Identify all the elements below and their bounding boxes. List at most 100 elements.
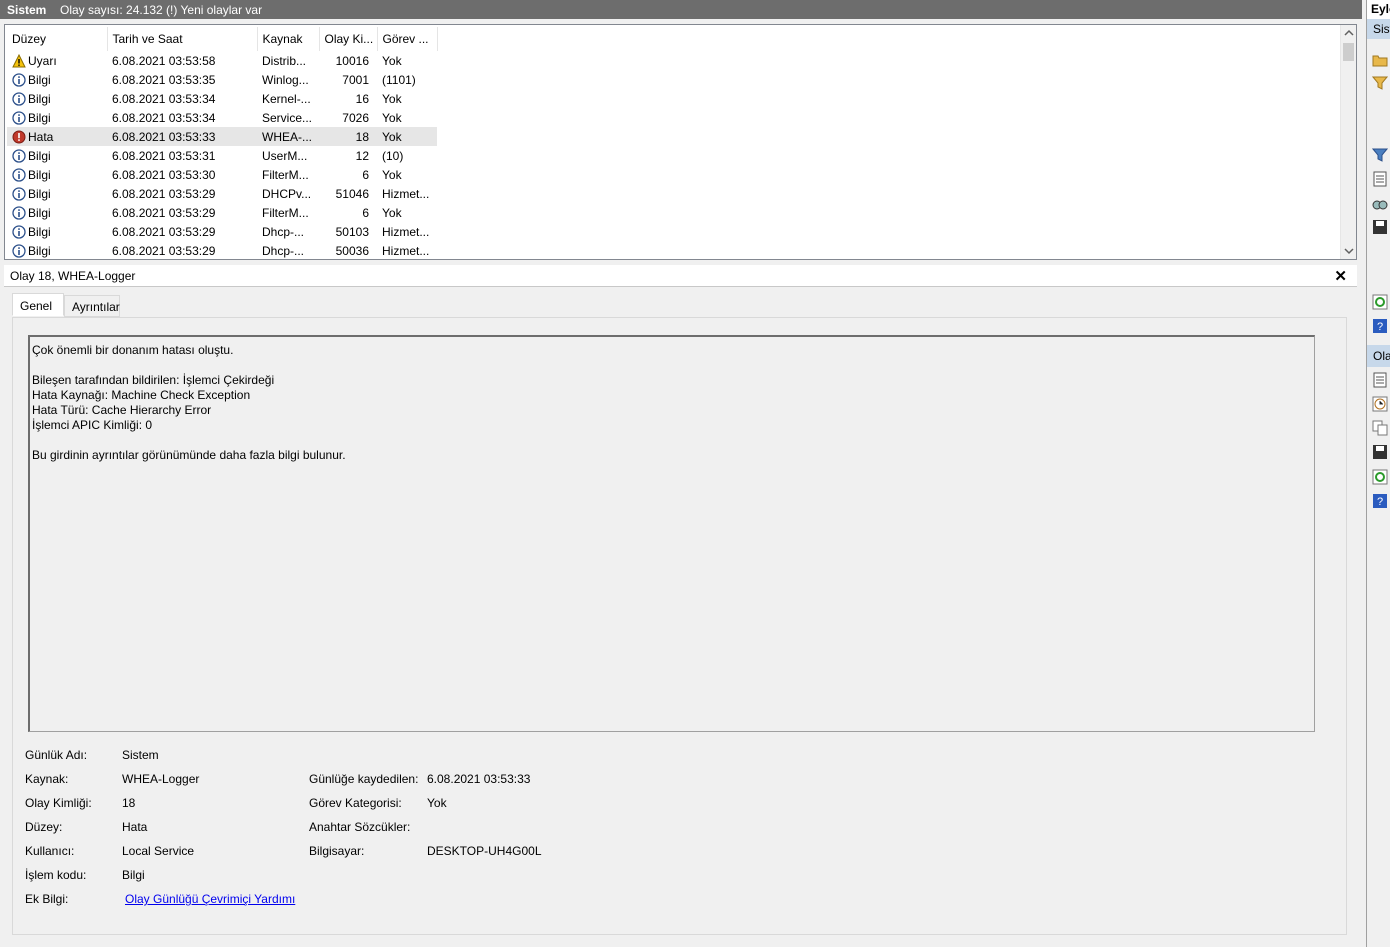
event-id-cell: 7026 <box>342 110 369 125</box>
online-help-link[interactable]: Olay Günlüğü Çevrimiçi Yardımı <box>125 892 295 906</box>
filter-icon[interactable] <box>1372 75 1388 91</box>
error-icon <box>12 130 28 144</box>
table-row[interactable]: Bilgi 6.08.2021 03:53:31 UserM... 12 (10) <box>7 146 437 165</box>
attach-task-icon[interactable] <box>1372 396 1388 412</box>
save-icon[interactable] <box>1372 219 1388 235</box>
info-icon <box>12 148 28 163</box>
message-line: Bu girdinin ayrıntılar görünümünde daha … <box>32 448 346 462</box>
actions-section-system[interactable]: Sist <box>1367 19 1390 39</box>
scroll-up-icon[interactable] <box>1344 29 1354 37</box>
task-cell: Hizmet... <box>382 243 430 258</box>
level-cell: Bilgi <box>7 70 107 89</box>
actions-section-event[interactable]: Ola <box>1367 345 1390 367</box>
event-properties-icon[interactable] <box>1372 372 1388 388</box>
level-cell: Bilgi <box>7 146 107 165</box>
date-cell: 6.08.2021 03:53:29 <box>112 243 216 258</box>
level-text: Hata <box>28 129 54 144</box>
event-list[interactable]: Düzey Tarih ve Saat Kaynak Olay Ki... Gö… <box>4 24 1357 260</box>
task-cell: Yok <box>377 127 437 146</box>
open-folder-icon[interactable] <box>1372 52 1388 68</box>
computer-value: DESKTOP-UH4G00L <box>427 844 542 858</box>
source-cell: FilterM... <box>262 205 309 220</box>
help-event-icon[interactable]: ? <box>1372 493 1388 509</box>
message-line: İşlemci APIC Kimliği: 0 <box>32 418 153 432</box>
info-icon <box>12 167 28 182</box>
tab-general[interactable]: Genel <box>12 293 64 316</box>
level-text: Uyarı <box>28 53 57 68</box>
message-line <box>32 433 1314 448</box>
level-text: Bilgi <box>28 205 51 220</box>
source-cell: DHCPv... <box>262 186 312 201</box>
actions-pane: Eyle Sist ? Ola ? <box>1366 0 1390 947</box>
tab-details[interactable]: Ayrıntılar <box>64 295 120 317</box>
general-tab-panel: Çok önemli bir donanım hatası oluştu. Bi… <box>12 317 1347 935</box>
table-row[interactable]: Bilgi 6.08.2021 03:53:34 Kernel-... 16 Yok <box>7 89 437 108</box>
table-row[interactable]: Bilgi 6.08.2021 03:53:29 DHCPv... 51046 Hizm… <box>7 184 437 203</box>
properties-icon[interactable] <box>1372 171 1388 187</box>
event-id-cell: 10016 <box>335 53 369 68</box>
task-cell: (10) <box>382 148 404 163</box>
date-cell: 6.08.2021 03:53:29 <box>112 186 216 201</box>
filter-clear-icon[interactable] <box>1372 147 1388 163</box>
table-row[interactable]: Uyarı 6.08.2021 03:53:58 Distrib... 10016 Yo… <box>7 51 437 70</box>
event-id-cell: 16 <box>355 91 369 106</box>
level-text: Bilgi <box>28 110 51 125</box>
refresh-icon[interactable] <box>1372 294 1388 310</box>
level-cell: Bilgi <box>7 89 107 108</box>
info-icon <box>12 243 28 258</box>
task-cell: (1101) <box>382 72 416 87</box>
event-count: Olay sayısı: 24.132 (!) Yeni olaylar var <box>60 2 263 17</box>
table-row[interactable]: Bilgi 6.08.2021 03:53:29 FilterM... 6 Yok <box>7 203 437 222</box>
table-row[interactable]: Bilgi 6.08.2021 03:53:35 Winlog... 7001 (110… <box>7 70 437 89</box>
event-table: Düzey Tarih ve Saat Kaynak Olay Ki... Gö… <box>7 27 438 259</box>
save-selected-icon[interactable] <box>1372 444 1388 460</box>
table-row[interactable]: Bilgi 6.08.2021 03:53:30 FilterM... 6 Yok <box>7 165 437 184</box>
event-id-value: 18 <box>122 796 136 810</box>
log-name-value: Sistem <box>122 748 159 762</box>
help-icon[interactable]: ? <box>1372 318 1388 334</box>
level-text: Bilgi <box>28 186 51 201</box>
message-line: Hata Kaynağı: Machine Check Exception <box>32 388 251 402</box>
date-cell: 6.08.2021 03:53:29 <box>112 205 216 220</box>
level-value: Hata <box>122 820 148 834</box>
scroll-down-icon[interactable] <box>1344 247 1354 255</box>
event-message[interactable]: Çok önemli bir donanım hatası oluştu. Bi… <box>28 335 1315 732</box>
event-id-cell: 50036 <box>335 243 369 258</box>
info-icon <box>12 72 28 87</box>
message-line: Bileşen tarafından bildirilen: İşlemci Ç… <box>32 373 275 387</box>
detail-title: Olay 18, WHEA-Logger <box>10 268 136 283</box>
source-cell: Kernel-... <box>262 91 311 106</box>
table-row[interactable]: Hata 6.08.2021 03:53:33 WHEA-... 18 Yok <box>7 127 437 146</box>
refresh-event-icon[interactable] <box>1372 469 1388 485</box>
close-icon[interactable]: ✕ <box>1334 267 1347 285</box>
copy-icon[interactable] <box>1372 420 1388 436</box>
keywords-label: Anahtar Sözcükler: <box>309 820 411 834</box>
column-header-event-id[interactable]: Olay Ki... <box>319 27 378 51</box>
column-header-level[interactable]: Düzey <box>7 27 108 51</box>
level-text: Bilgi <box>28 167 51 182</box>
actions-title: Eyle <box>1367 0 1390 19</box>
user-label: Kullanıcı: <box>25 844 75 858</box>
date-cell: 6.08.2021 03:53:33 <box>107 127 257 146</box>
source-cell: Dhcp-... <box>262 224 305 239</box>
info-icon <box>12 91 28 106</box>
level-text: Bilgi <box>28 243 51 258</box>
task-cell: Yok <box>382 205 402 220</box>
source-cell: UserM... <box>262 148 308 163</box>
scrollbar-thumb[interactable] <box>1343 43 1354 61</box>
table-row[interactable]: Bilgi 6.08.2021 03:53:29 Dhcp-... 50103 Hizm… <box>7 222 437 241</box>
level-cell: Bilgi <box>7 108 107 127</box>
column-header-date[interactable]: Tarih ve Saat <box>107 27 258 51</box>
task-cell: Hizmet... <box>382 224 430 239</box>
level-cell: Bilgi <box>7 184 107 203</box>
table-row[interactable]: Bilgi 6.08.2021 03:53:34 Service... 7026 Yok <box>7 108 437 127</box>
event-id-cell: 7001 <box>342 72 369 87</box>
list-scrollbar[interactable] <box>1340 25 1356 259</box>
column-header-task[interactable]: Görev ... <box>377 27 438 51</box>
table-row[interactable]: Bilgi 6.08.2021 03:53:29 Dhcp-... 50036 Hizm… <box>7 241 437 259</box>
source-cell: Dhcp-... <box>262 243 305 258</box>
info-icon <box>12 205 28 220</box>
find-icon[interactable] <box>1372 195 1388 211</box>
level-cell: Bilgi <box>7 165 107 184</box>
column-header-source[interactable]: Kaynak <box>257 27 320 51</box>
